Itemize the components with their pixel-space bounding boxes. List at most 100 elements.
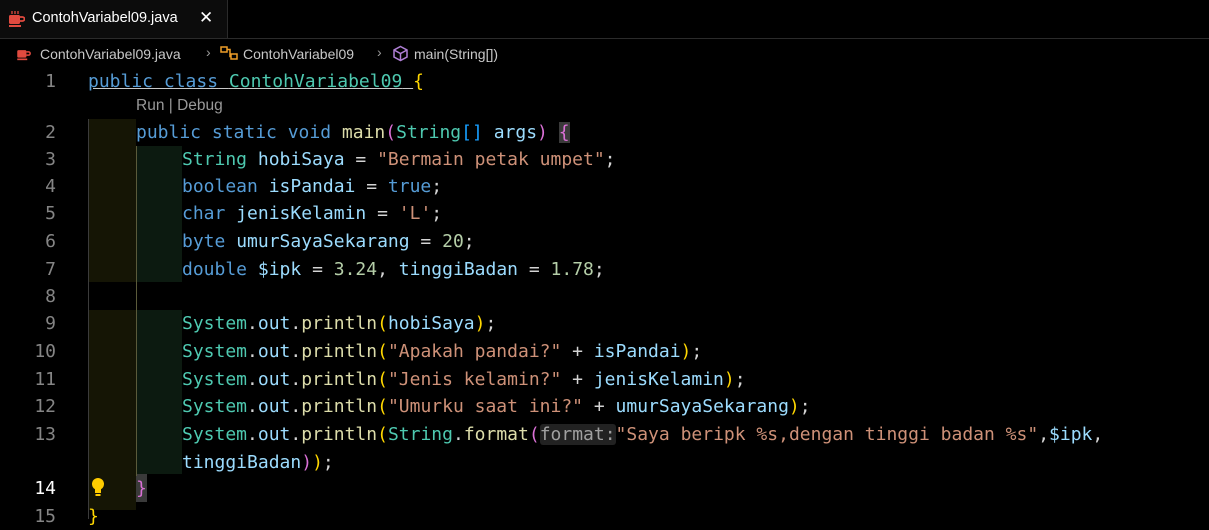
field: out — [257, 369, 291, 390]
method-name: main — [341, 122, 386, 143]
string: "Umurku saat ini?" — [387, 396, 584, 417]
string: 'L' — [398, 203, 432, 224]
lightbulb-icon[interactable] — [90, 477, 106, 497]
keyword: byte — [182, 231, 226, 252]
number: 1.78 — [550, 259, 594, 280]
array-brackets: [] — [461, 122, 483, 143]
variable: jenisKelamin — [236, 203, 367, 224]
variable: isPandai — [268, 176, 356, 197]
class-ref: System — [182, 341, 248, 362]
code-line: boolean isPandai = true; — [182, 176, 443, 197]
tab-contohvariabel09[interactable]: ContohVariabel09.java ✕ — [0, 0, 228, 38]
codelens-run-debug[interactable]: Run | Debug — [136, 97, 223, 115]
field: out — [257, 396, 291, 417]
close-icon[interactable]: ✕ — [199, 8, 213, 28]
line-number: 10 — [34, 341, 56, 362]
line-number: 4 — [45, 176, 56, 197]
type: String — [396, 122, 462, 143]
code-line: System.out.println(String.format(format:… — [182, 424, 1104, 445]
line-number: 6 — [45, 231, 56, 252]
indent-highlight — [136, 310, 182, 474]
chevron-right-icon: › — [377, 44, 382, 60]
method-call: println — [301, 313, 378, 334]
java-cup-icon — [17, 50, 31, 61]
line-number: 7 — [45, 259, 56, 280]
line-number: 13 — [34, 424, 56, 445]
class-ref: System — [182, 396, 248, 417]
editor-tab-bar: ContohVariabel09.java ✕ — [0, 0, 1209, 39]
code-line: } — [136, 475, 147, 502]
tab-label: ContohVariabel09.java — [32, 10, 178, 26]
variable: hobiSaya — [257, 149, 345, 170]
variable: $ipk — [257, 259, 302, 280]
variable: tinggiBadan — [182, 452, 302, 473]
line-number: 15 — [34, 506, 56, 527]
method-call: println — [301, 424, 378, 445]
java-cup-icon — [9, 11, 25, 27]
chevron-right-icon: › — [206, 44, 211, 60]
class-ref: System — [182, 369, 248, 390]
breadcrumb-method[interactable]: main(String[]) — [414, 46, 498, 62]
code-line: System.out.println("Umurku saat ini?" + … — [182, 396, 811, 417]
string: "Saya beripk %s,dengan tinggi badan %s" — [615, 424, 1039, 445]
class-icon — [220, 46, 238, 60]
indent-guide — [88, 119, 89, 519]
code-line: public static void main(String[] args) { — [136, 122, 570, 143]
variable: umurSayaSekarang — [615, 396, 789, 417]
keyword: double — [182, 259, 248, 280]
parameter-hint: format: — [539, 424, 616, 445]
number: 20 — [442, 231, 464, 252]
literal: true — [387, 176, 432, 197]
brace: } — [136, 478, 147, 499]
code-line: System.out.println(hobiSaya); — [182, 313, 497, 334]
param: args — [493, 122, 538, 143]
method-call: format — [463, 424, 529, 445]
indent-guide — [136, 146, 137, 476]
code-line: public class ContohVariabel09 { — [88, 68, 424, 95]
keyword: char — [182, 203, 226, 224]
variable: jenisKelamin — [593, 369, 724, 390]
variable: $ipk — [1049, 424, 1093, 445]
line-number: 5 — [45, 203, 56, 224]
code-line: double $ipk = 3.24, tinggiBadan = 1.78; — [182, 259, 605, 280]
breadcrumb: ContohVariabel09.java › ContohVariabel09… — [0, 39, 1209, 66]
line-number: 12 — [34, 396, 56, 417]
string: "Jenis kelamin?" — [387, 369, 562, 390]
method-call: println — [301, 396, 378, 417]
variable: umurSayaSekarang — [236, 231, 410, 252]
code-line: char jenisKelamin = 'L'; — [182, 203, 443, 224]
method-cube-icon — [393, 45, 408, 62]
indent-highlight — [88, 119, 136, 282]
string: "Apakah pandai?" — [387, 341, 562, 362]
code-editor[interactable]: 1 2 3 4 5 6 7 8 9 10 11 12 13 14 15 publ… — [0, 66, 1209, 527]
keyword: public class — [88, 71, 219, 92]
line-number: 9 — [45, 313, 56, 334]
field: out — [257, 424, 291, 445]
indent-highlight — [136, 146, 182, 282]
line-number: 14 — [34, 478, 56, 499]
brace: { — [413, 71, 424, 92]
breadcrumb-file[interactable]: ContohVariabel09.java — [40, 46, 181, 62]
class-ref: String — [387, 424, 453, 445]
line-number: 8 — [45, 286, 56, 307]
variable: tinggiBadan — [398, 259, 519, 280]
line-number: 2 — [45, 122, 56, 143]
code-line: String hobiSaya = "Bermain petak umpet"; — [182, 149, 616, 170]
method-call: println — [301, 369, 378, 390]
class-ref: System — [182, 313, 248, 334]
code-line: System.out.println("Apakah pandai?" + is… — [182, 341, 703, 362]
keyword: boolean — [182, 176, 258, 197]
string: "Bermain petak umpet" — [377, 149, 605, 170]
code-line: System.out.println("Jenis kelamin?" + je… — [182, 369, 746, 390]
code-line: } — [88, 503, 99, 530]
field: out — [257, 313, 291, 334]
code-line: tinggiBadan)); — [182, 452, 334, 473]
field: out — [257, 341, 291, 362]
line-number: 1 — [45, 71, 56, 92]
line-number: 3 — [45, 149, 56, 170]
breadcrumb-class[interactable]: ContohVariabel09 — [243, 46, 354, 62]
method-call: println — [301, 341, 378, 362]
keyword: public static void — [136, 122, 332, 143]
class-name: ContohVariabel09 — [228, 71, 403, 92]
code-line: byte umurSayaSekarang = 20; — [182, 231, 475, 252]
